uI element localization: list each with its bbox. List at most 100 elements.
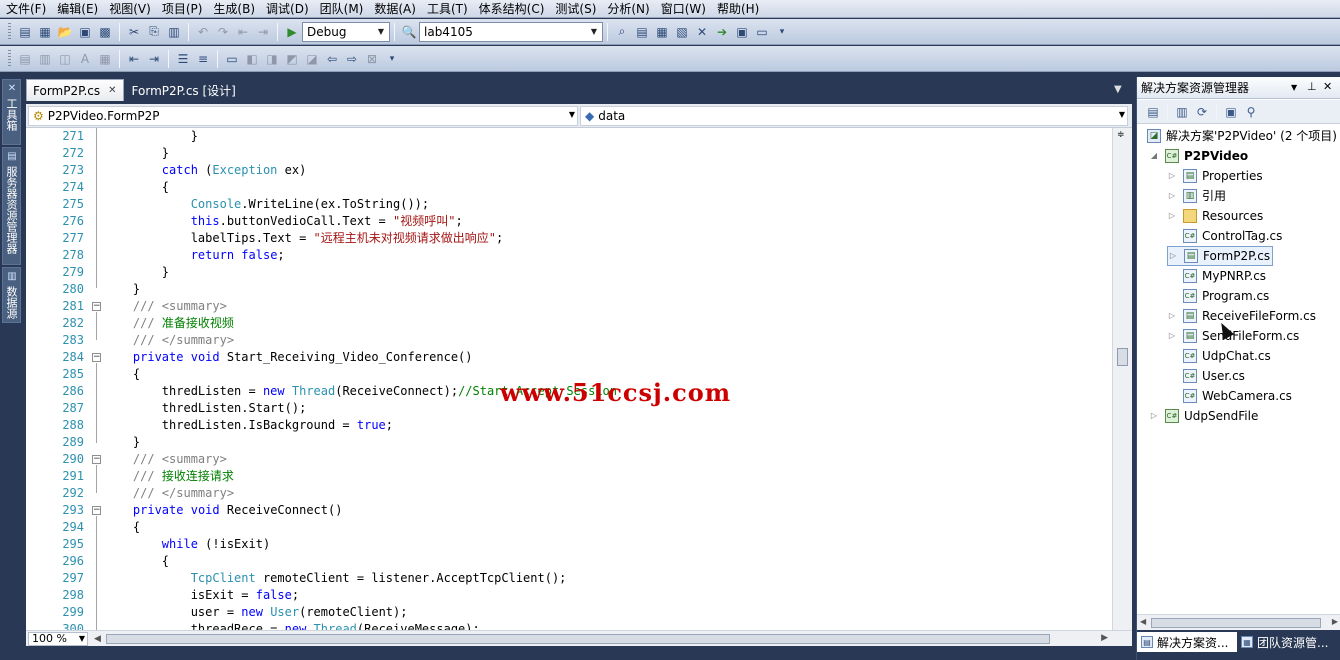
tree-item[interactable]: C# WebCamera.cs [1167,386,1292,406]
members-combo[interactable]: ◆ data ▼ [580,105,1128,126]
expand-toggle-icon[interactable]: ◢ [1149,146,1159,166]
tab-solution-explorer[interactable]: ▤ 解决方案资... [1137,632,1237,652]
toolbar-overflow-icon[interactable]: ▾ [383,50,401,68]
open-file-icon[interactable]: 📂 [56,23,74,41]
split-icon[interactable]: ≑ [1117,130,1125,140]
menu-item[interactable]: 团队(M) [314,1,369,17]
clear-bookmarks-icon[interactable]: ⊠ [363,50,381,68]
menu-item[interactable]: 视图(V) [103,1,156,17]
tree-item[interactable]: C# ControlTag.cs [1167,226,1282,246]
menu-item[interactable]: 体系结构(C) [473,1,550,17]
object-browser-icon[interactable]: ▧ [673,23,691,41]
server-explorer-tab[interactable]: ▤ 服务器资源管理器 [2,147,21,265]
cut-icon[interactable]: ✂ [125,23,143,41]
menu-item[interactable]: 调试(D) [260,1,314,17]
properties-icon[interactable]: ▤ [1144,103,1162,121]
menu-item[interactable]: 帮助(H) [711,1,764,17]
refresh-icon[interactable]: ⟳ [1193,103,1211,121]
navigate-backward-icon[interactable]: ⇤ [234,23,252,41]
tab-formp2p-cs[interactable]: FormP2P.cs ✕ [26,79,124,101]
find-icon[interactable]: ⌕ [613,23,631,41]
display-parameter-info-icon[interactable]: ▥ [36,50,54,68]
menu-item[interactable]: 测试(S) [549,1,601,17]
next-bookmark-in-folder-icon[interactable]: ◪ [303,50,321,68]
close-icon[interactable]: ✕ [108,85,116,96]
toolbar-grip[interactable] [8,22,11,41]
save-icon[interactable]: ▣ [76,23,94,41]
expand-toggle-icon[interactable]: ▷ [1168,246,1178,266]
scroll-thumb[interactable] [106,634,1050,644]
types-combo[interactable]: ⚙ P2PVideo.FormP2P ▼ [28,105,578,126]
previous-bookmark-icon[interactable]: ◧ [243,50,261,68]
view-code-icon[interactable]: ▣ [1222,103,1240,121]
display-quick-info-icon[interactable]: ◫ [56,50,74,68]
extension-manager-icon[interactable]: ▣ [733,23,751,41]
increase-indent-icon[interactable]: ⇥ [145,50,163,68]
view-class-diagram-icon[interactable]: ⚲ [1242,103,1260,121]
next-bookmark-icon[interactable]: ◨ [263,50,281,68]
expand-toggle-icon[interactable]: ▷ [1167,306,1177,326]
collapse-icon[interactable]: − [92,353,101,362]
add-item-icon[interactable]: ▦ [36,23,54,41]
tree-item[interactable]: ▷ ▤ FormP2P.cs [1167,246,1274,266]
expand-toggle-icon[interactable]: ▷ [1167,166,1177,186]
show-all-files-icon[interactable]: ▥ [1173,103,1191,121]
scroll-left-icon[interactable]: ◀ [94,634,101,644]
command-window-icon[interactable]: ▭ [753,23,771,41]
tree-item[interactable]: C# UdpChat.cs [1167,346,1271,366]
toolbar-overflow-icon[interactable]: ▾ [773,23,791,41]
decrease-indent-icon[interactable]: ⇤ [125,50,143,68]
collapse-icon[interactable]: − [92,302,101,311]
navigate-forward-icon[interactable]: ⇥ [254,23,272,41]
comment-out-icon[interactable]: ☰ [174,50,192,68]
new-project-icon[interactable]: ▤ [16,23,34,41]
chevron-down-icon[interactable]: ▼ [1114,84,1122,95]
window-position-icon[interactable]: ▼ [1291,83,1297,92]
toolbox-icon[interactable]: ✕ [693,23,711,41]
toolbar-grip[interactable] [8,49,11,68]
start-page-icon[interactable]: ➔ [713,23,731,41]
scroll-right-icon[interactable]: ▶ [1101,633,1108,643]
scroll-thumb[interactable] [1151,618,1321,628]
uncomment-icon[interactable]: ≡ [194,50,212,68]
tree-item[interactable]: C# Program.cs [1167,286,1269,306]
display-word-completion-icon[interactable]: A [76,50,94,68]
tree-item[interactable]: ▷ ▥ 引用 [1167,186,1226,206]
pin-icon[interactable]: ⊥ [1307,80,1317,93]
menu-item[interactable]: 窗口(W) [655,1,711,17]
format-icon[interactable]: ▦ [96,50,114,68]
menu-item[interactable]: 工具(T) [421,1,473,17]
expand-toggle-icon[interactable]: ▷ [1167,326,1177,346]
menu-item[interactable]: 编辑(E) [51,1,103,17]
zoom-combo[interactable]: 100 % ▼ [28,631,88,646]
start-debugging-icon[interactable]: ▶ [283,23,301,41]
collapse-icon[interactable]: − [92,506,101,515]
scroll-right-icon[interactable]: ▶ [1332,617,1338,626]
tree-item[interactable]: ◢ C# P2PVideo [1149,146,1248,166]
toggle-bookmark-icon[interactable]: ▭ [223,50,241,68]
find-combo[interactable]: lab4105 ▼ [419,21,603,42]
copy-icon[interactable]: ⎘ [145,23,163,41]
find-in-files-icon[interactable]: 🔍 [400,23,418,41]
collapse-icon[interactable]: − [92,455,101,464]
solution-explorer-icon[interactable]: ▤ [633,23,651,41]
paste-icon[interactable]: ▥ [165,23,183,41]
expand-toggle-icon[interactable]: ▷ [1167,206,1177,226]
tree-item[interactable]: ◪ 解决方案'P2PVideo' (2 个项目) [1147,126,1337,146]
solution-configuration-combo[interactable]: Debug ▼ [302,21,390,42]
menu-item[interactable]: 分析(N) [601,1,654,17]
scroll-left-icon[interactable]: ◀ [1140,617,1146,626]
previous-bookmark-in-folder-icon[interactable]: ◩ [283,50,301,68]
tree-item[interactable]: ▷ ▤ SendFileForm.cs [1167,326,1299,346]
expand-toggle-icon[interactable]: ▷ [1149,406,1159,426]
scroll-thumb[interactable] [1117,348,1128,366]
menu-item[interactable]: 数据(A) [368,1,421,17]
menu-item[interactable]: 生成(B) [207,1,260,17]
tree-item[interactable]: ▷ ▤ ReceiveFileForm.cs [1167,306,1316,326]
properties-window-icon[interactable]: ▦ [653,23,671,41]
close-icon[interactable]: ✕ [1323,80,1332,93]
editor-vertical-scrollbar[interactable]: ≑ [1112,128,1132,630]
display-object-member-list-icon[interactable]: ▤ [16,50,34,68]
tree-item[interactable]: C# MyPNRP.cs [1167,266,1266,286]
tree-item[interactable]: ▷ ▤ Properties [1167,166,1263,186]
